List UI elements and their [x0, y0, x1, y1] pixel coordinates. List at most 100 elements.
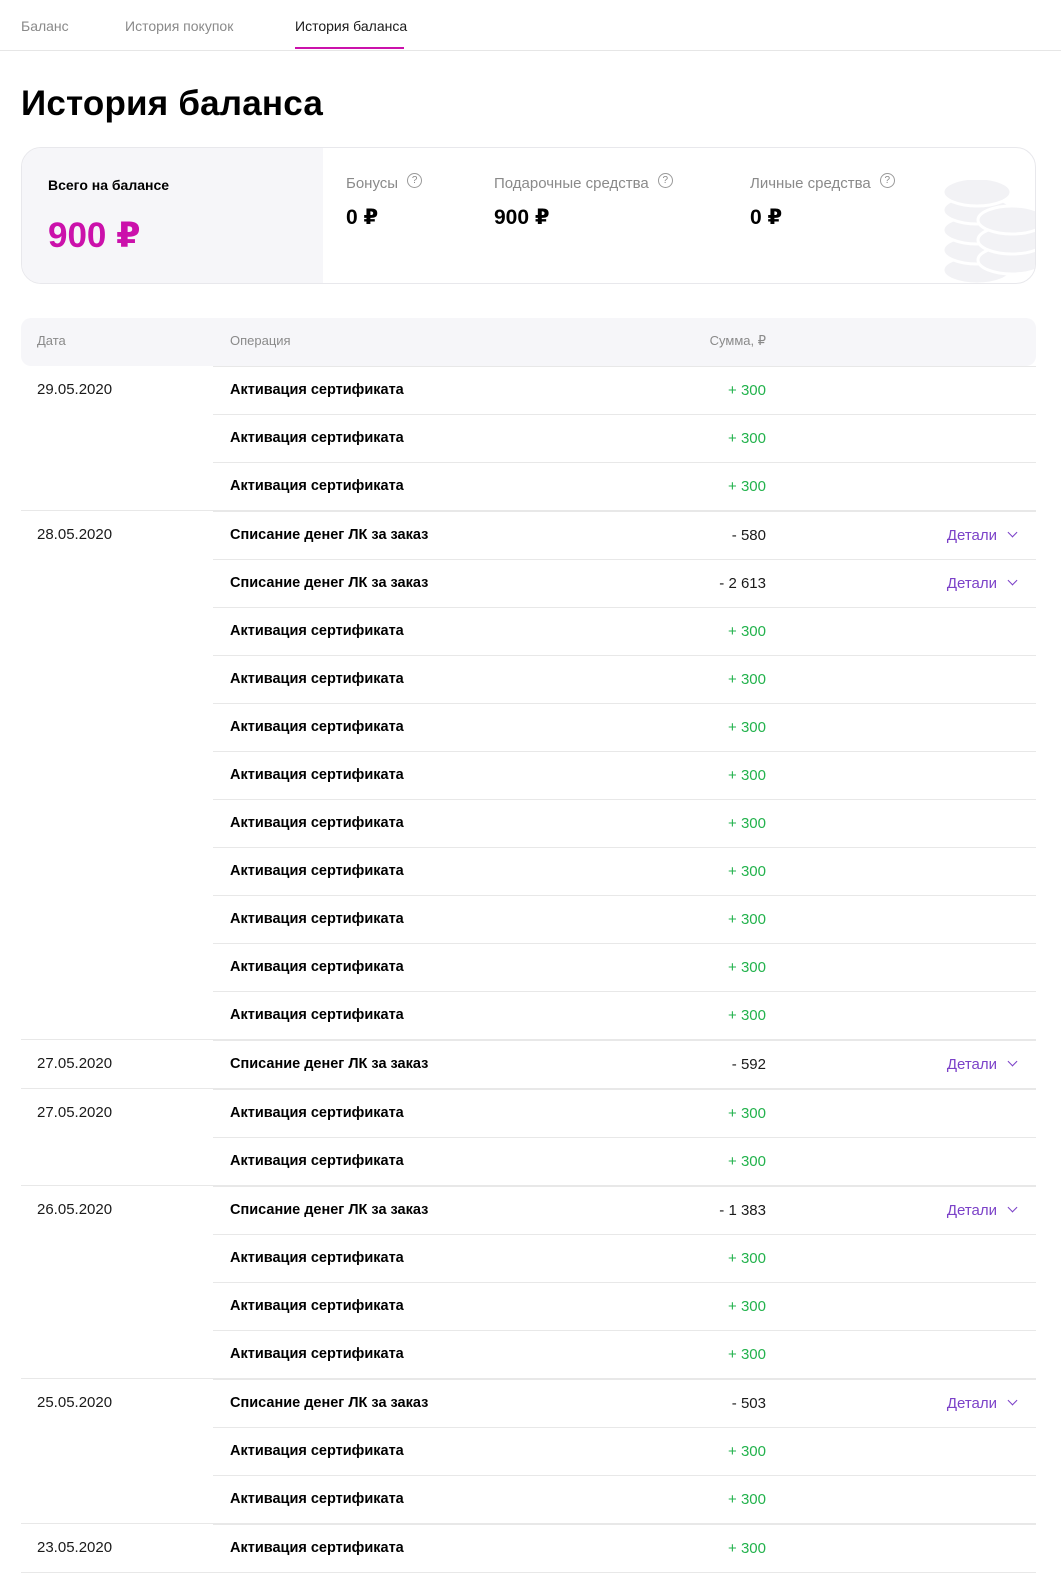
- operation-name: Активация сертификата: [230, 1491, 404, 1507]
- operation-name: Активация сертификата: [230, 1250, 404, 1266]
- operation-name: Активация сертификата: [230, 430, 404, 446]
- bonuses-label: Бонусы: [346, 175, 399, 192]
- operation-name: Активация сертификата: [230, 863, 404, 879]
- table-row: Активация сертификата + 300: [213, 1282, 1036, 1330]
- operation-amount: + 300: [728, 767, 766, 784]
- question-circle-icon[interactable]: ?: [407, 173, 423, 188]
- operation-name: Активация сертификата: [230, 719, 404, 735]
- bonuses-stat: Бонусы ? 0 ₽: [346, 173, 423, 230]
- operation-amount: + 300: [728, 1491, 766, 1508]
- details-label: Детали: [946, 1395, 997, 1412]
- operation-amount: + 300: [728, 430, 766, 447]
- table-row: Активация сертификата + 300: [213, 366, 1036, 414]
- personal-funds-stat: Личные средства ? 0 ₽: [750, 173, 895, 230]
- row-date: 27.05.2020: [37, 1104, 113, 1121]
- table-body: 29.05.2020 Активация сертификата + 300 Акти…: [21, 366, 1036, 1573]
- column-header-amount: Сумма, ₽: [709, 333, 766, 348]
- total-balance-label: Всего на балансе: [48, 177, 170, 193]
- details-label: Детали: [946, 1056, 997, 1073]
- operation-amount: + 300: [728, 1540, 766, 1557]
- operation-amount: + 300: [728, 1105, 766, 1122]
- operation-amount: + 300: [728, 815, 766, 832]
- date-group: 28.05.2020 Списание денег ЛК за заказ - 58…: [21, 511, 1036, 1040]
- tab-balance-history[interactable]: История баланса: [295, 18, 407, 34]
- operation-name: Активация сертификата: [230, 911, 404, 927]
- column-header-operation: Операция: [230, 333, 291, 348]
- operation-amount: + 300: [728, 671, 766, 688]
- row-date: 27.05.2020: [37, 1055, 113, 1072]
- details-toggle[interactable]: Детали: [946, 1056, 1018, 1073]
- operation-amount: + 300: [728, 1153, 766, 1170]
- operation-name: Активация сертификата: [230, 1443, 404, 1459]
- row-date: 28.05.2020: [37, 526, 113, 543]
- operation-amount: - 503: [731, 1395, 766, 1412]
- date-group: 27.05.2020 Списание денег ЛК за заказ - 59…: [21, 1040, 1036, 1089]
- operation-amount: + 300: [728, 719, 766, 736]
- table-row: Активация сертификата + 300: [213, 799, 1036, 847]
- operation-amount: + 300: [728, 382, 766, 399]
- chevron-down-icon: [1007, 1395, 1018, 1406]
- active-tab-indicator: [295, 47, 404, 49]
- table-row: Активация сертификата + 300: [213, 414, 1036, 462]
- operation-amount: - 592: [731, 1056, 766, 1073]
- details-toggle[interactable]: Детали: [946, 575, 1018, 592]
- chevron-down-icon: [1007, 1056, 1018, 1067]
- operation-name: Активация сертификата: [230, 478, 404, 494]
- details-toggle[interactable]: Детали: [947, 1202, 1018, 1219]
- operation-amount: + 300: [728, 1298, 766, 1315]
- date-group: 27.05.2020 Активация сертификата + 300 Акти…: [21, 1089, 1036, 1186]
- table-row: Активация сертификата + 300: [213, 703, 1036, 751]
- question-circle-icon[interactable]: ?: [657, 173, 673, 188]
- table-row: Активация сертификата + 300: [213, 991, 1036, 1039]
- details-label: Детали: [946, 575, 997, 592]
- column-header-date: Дата: [37, 333, 66, 348]
- table-row: Активация сертификата + 300: [213, 847, 1036, 895]
- operation-name: Активация сертификата: [230, 1298, 404, 1314]
- details-label: Детали: [946, 527, 997, 544]
- row-date: 23.05.2020: [37, 1539, 113, 1556]
- operation-amount: + 300: [728, 1007, 766, 1024]
- details-toggle[interactable]: Детали: [946, 527, 1018, 544]
- table-header: Дата Операция Сумма, ₽: [21, 318, 1036, 366]
- date-group: 25.05.2020 Списание денег ЛК за заказ - 50…: [21, 1379, 1036, 1524]
- operation-amount: - 2 613: [719, 575, 766, 592]
- table-row: Активация сертификата + 300: [213, 1330, 1036, 1378]
- balance-summary-card: Всего на балансе 900 ₽ Бонусы ? 0 ₽ Пода…: [21, 147, 1036, 284]
- table-row: Активация сертификата + 300: [213, 751, 1036, 799]
- question-circle-icon[interactable]: ?: [879, 173, 895, 188]
- operation-name: Активация сертификата: [230, 1153, 404, 1169]
- operation-name: Активация сертификата: [230, 1346, 404, 1362]
- operation-name: Активация сертификата: [230, 959, 404, 975]
- table-row: Активация сертификата + 300: [213, 462, 1036, 510]
- operation-name: Списание денег ЛК за заказ: [230, 1056, 429, 1072]
- chevron-down-icon: [1007, 575, 1018, 586]
- operation-amount: + 300: [728, 1346, 766, 1363]
- operation-amount: + 300: [728, 1443, 766, 1460]
- operation-amount: + 300: [728, 478, 766, 495]
- operation-amount: + 300: [728, 863, 766, 880]
- table-row: Активация сертификата + 300: [213, 895, 1036, 943]
- operation-name: Списание денег ЛК за заказ: [230, 1202, 429, 1218]
- total-balance-value: 900 ₽: [48, 216, 141, 255]
- gift-funds-stat: Подарочные средства ? 900 ₽: [494, 173, 673, 230]
- table-row: Активация сертификата + 300: [213, 1524, 1036, 1572]
- operation-amount: + 300: [728, 623, 766, 640]
- operation-name: Активация сертификата: [230, 815, 404, 831]
- table-row: Активация сертификата + 300: [213, 655, 1036, 703]
- table-row: Активация сертификата + 300: [213, 1475, 1036, 1523]
- table-row: Списание денег ЛК за заказ - 503 Детали: [213, 1379, 1036, 1427]
- operation-name: Активация сертификата: [230, 671, 404, 687]
- total-balance-panel: Всего на балансе 900 ₽: [22, 148, 323, 283]
- row-date: 26.05.2020: [37, 1201, 113, 1218]
- tab-balance[interactable]: Баланс: [21, 18, 69, 34]
- table-row: Активация сертификата + 300: [213, 1089, 1036, 1137]
- tab-purchase-history[interactable]: История покупок: [125, 18, 233, 34]
- balance-history-table: Дата Операция Сумма, ₽ 29.05.2020 Активац…: [21, 318, 1036, 1573]
- operation-name: Активация сертификата: [230, 382, 404, 398]
- operation-name: Активация сертификата: [230, 1105, 404, 1121]
- details-toggle[interactable]: Детали: [946, 1395, 1018, 1412]
- coins-stack-icon: [941, 180, 1035, 283]
- operation-amount: - 580: [731, 527, 766, 544]
- bonuses-value: 0 ₽: [346, 206, 379, 229]
- operation-amount: + 300: [728, 911, 766, 928]
